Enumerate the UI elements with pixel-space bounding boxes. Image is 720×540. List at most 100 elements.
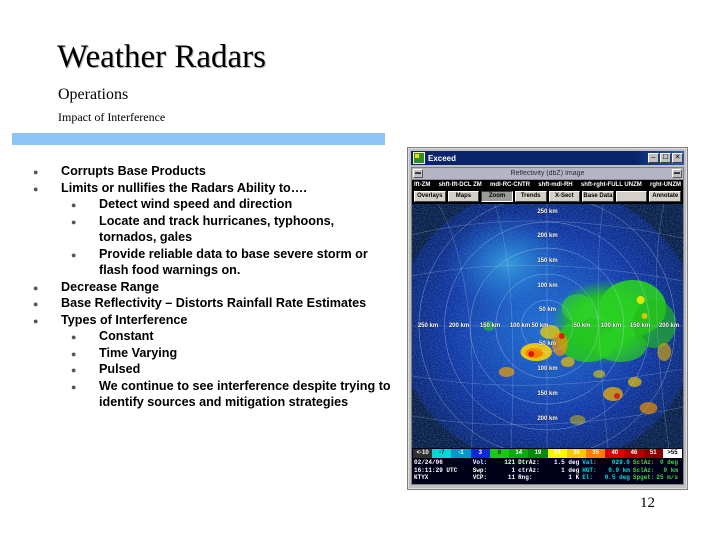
readout-field: KTYX — [414, 474, 473, 482]
readout-field: Rng: 1 K — [518, 474, 582, 482]
readout-field: Vol: 121 — [473, 459, 518, 467]
color-scale-step: 40 — [605, 449, 625, 458]
readout-field: 02/24/06 — [414, 459, 473, 467]
readout-label: HGT: — [582, 466, 597, 474]
mouse-hint-label-row: lft-ZM shft-lft-DCL ZM mdl-RC-CNTR shft-mdl… — [412, 180, 683, 190]
readout-row: 02/24/06 Vol: 121 DtrAz: 1.5 deg Val: 029.0 Scl… — [414, 459, 681, 467]
readout-label: ctrAz: — [518, 466, 540, 474]
application-icon — [413, 152, 425, 164]
readout-label: 02/24/06 — [414, 459, 443, 466]
window-controls[interactable]: – ☐ ✕ — [648, 153, 683, 163]
range-axis-label: 100 km — [600, 323, 622, 329]
readout-field: ctrAz: 1 deg — [518, 467, 582, 475]
readout-value: 0 deg — [659, 459, 678, 466]
readout-value: 029.0 — [611, 459, 630, 466]
color-scale-step: 51 — [643, 449, 663, 458]
readout-label: Val: — [582, 459, 597, 466]
color-scale-step: 24 — [547, 449, 567, 458]
radar-app-panel: ▬ Reflectivity (dbZ) Image ▬ lft-ZM shft-… — [411, 167, 684, 485]
maximize-button[interactable]: ☐ — [660, 153, 671, 163]
readout-value: 1 — [511, 466, 516, 474]
minimize-button[interactable]: – — [648, 153, 659, 163]
readout-label: El: — [582, 474, 593, 481]
color-scale-step: 46 — [624, 449, 644, 458]
bullet-dot-icon: ● — [71, 200, 77, 210]
window-titlebar[interactable]: Exceed – ☐ ✕ — [411, 151, 684, 165]
toolbar-button-trends[interactable]: Trends — [514, 191, 547, 202]
bullet-dot-icon: ● — [71, 332, 77, 342]
readout-field: DtrAz: 1.5 deg — [518, 459, 582, 467]
range-ring-label: 250 km — [537, 209, 558, 215]
readout-label: SclAz: — [632, 466, 655, 474]
readout-label: VCP: — [472, 474, 488, 481]
readout-field: Swp: 1 — [473, 467, 518, 475]
bullet-item: ● Base Reflectivity – Distorts Rainfall R… — [33, 295, 393, 312]
radar-reflectivity-display[interactable]: 250 km 200 km 150 km 100 km 50 km 50 km 100 km… — [412, 204, 683, 448]
readout-value: 1.5 deg — [553, 459, 580, 466]
toolbar-button-overlays[interactable]: Overlays — [414, 191, 446, 202]
color-scale-step: 3 — [470, 449, 490, 458]
bullet-dot-icon: ● — [33, 282, 39, 293]
presentation-slide: Weather Radars Operations Impact of Inte… — [0, 0, 720, 540]
slide-subtitle: Operations — [58, 86, 129, 103]
toolbar-button-blank[interactable] — [615, 191, 648, 202]
mouse-hint-label: mdl-RC-CNTR — [490, 182, 531, 188]
readout-label: Swp: — [472, 466, 488, 474]
radar-data-readout: 02/24/06 Vol: 121 DtrAz: 1.5 deg Val: 029.0 Scl… — [412, 458, 683, 484]
readout-value: 1 K — [568, 474, 580, 481]
readout-field: Val: 029.0 — [582, 459, 633, 467]
bullet-text: Limits or nullifies the Radars Ability t… — [61, 180, 307, 195]
range-axis-label: 200 km — [658, 323, 680, 329]
readout-value: 0.0 km — [608, 466, 630, 474]
close-icon[interactable]: ✕ — [672, 153, 683, 163]
slide-sub-subtitle: Impact of Interference — [58, 110, 166, 124]
readout-row: KTYX VCP: 11 Rng: 1 K El: 0.5 deg Spget: 25 m/s — [414, 474, 681, 482]
color-scale-step: 30 — [566, 449, 586, 458]
readout-field: Spget: 25 m/s — [633, 474, 681, 482]
readout-row: 16:11:29 UTC Swp: 1 ctrAz: 1 deg HGT: 0.0 km Sc… — [414, 467, 681, 475]
bullet-item: ● Limits or nullifies the Radars Ability … — [33, 180, 393, 197]
readout-value: 121 — [504, 459, 516, 466]
accent-divider-bar — [12, 133, 385, 145]
range-axis-label: 150 km — [629, 323, 651, 329]
bullet-text: Time Varying — [99, 345, 178, 360]
readout-field: VCP: 11 — [473, 474, 518, 482]
readout-label: KTYX — [414, 474, 429, 481]
bullet-dot-icon: ● — [71, 348, 77, 359]
toolbar-button-annotate[interactable]: Annotate — [649, 191, 681, 202]
bullet-text: We continue to see interference despite … — [99, 378, 391, 410]
toolbar-button-x-sect[interactable]: X-Sect — [548, 191, 581, 202]
readout-field: SclAz: 0 km — [633, 467, 681, 475]
bullet-dot-icon: ● — [33, 299, 39, 309]
title-block: Weather Radars Operations Impact of Inte… — [57, 38, 477, 125]
toolbar-button-zoom[interactable]: Zoom — [481, 191, 513, 202]
color-scale-step: 19 — [528, 449, 548, 458]
bullet-item: ● Provide reliable data to base severe st… — [33, 246, 393, 279]
toolbar-button-maps[interactable]: Maps — [447, 191, 480, 202]
range-axis-label: 100 km — [509, 323, 531, 329]
readout-value: 11 — [507, 474, 516, 481]
bullet-dot-icon: ● — [71, 365, 77, 375]
readout-field: 16:11:29 UTC — [414, 467, 473, 475]
bullet-item: ● Detect wind speed and direction — [33, 196, 393, 213]
bullet-dot-icon: ● — [33, 315, 39, 326]
mouse-hint-label: shft-rght-FULL UNZM — [580, 182, 642, 188]
menu-right-icon[interactable]: ▬ — [672, 169, 682, 178]
app-title: Reflectivity (dbZ) Image — [510, 170, 585, 177]
bullet-dot-icon: ● — [33, 183, 39, 194]
range-ring-label: 200 km — [537, 233, 558, 239]
menu-left-icon[interactable]: ▬ — [413, 169, 423, 178]
range-axis-label: 250 km — [417, 323, 439, 329]
bullet-dot-icon: ● — [71, 249, 77, 260]
app-toolbar: Overlays Maps Zoom Trends X-Sect Base Data Ann… — [412, 190, 683, 204]
bullet-item: ● Constant — [33, 328, 393, 345]
toolbar-button-base-data[interactable]: Base Data — [582, 191, 614, 202]
bullet-item: ● Types of Interference — [33, 312, 393, 329]
readout-label: Vol: — [472, 459, 488, 466]
range-ring-label: 100 km — [537, 366, 558, 372]
bullet-text: Detect wind speed and direction — [99, 197, 293, 211]
readout-label: DtrAz: — [518, 459, 540, 466]
readout-value: 1 deg — [561, 466, 580, 474]
color-scale-step: >55 — [662, 449, 683, 458]
range-ring-label: 150 km — [537, 258, 558, 264]
